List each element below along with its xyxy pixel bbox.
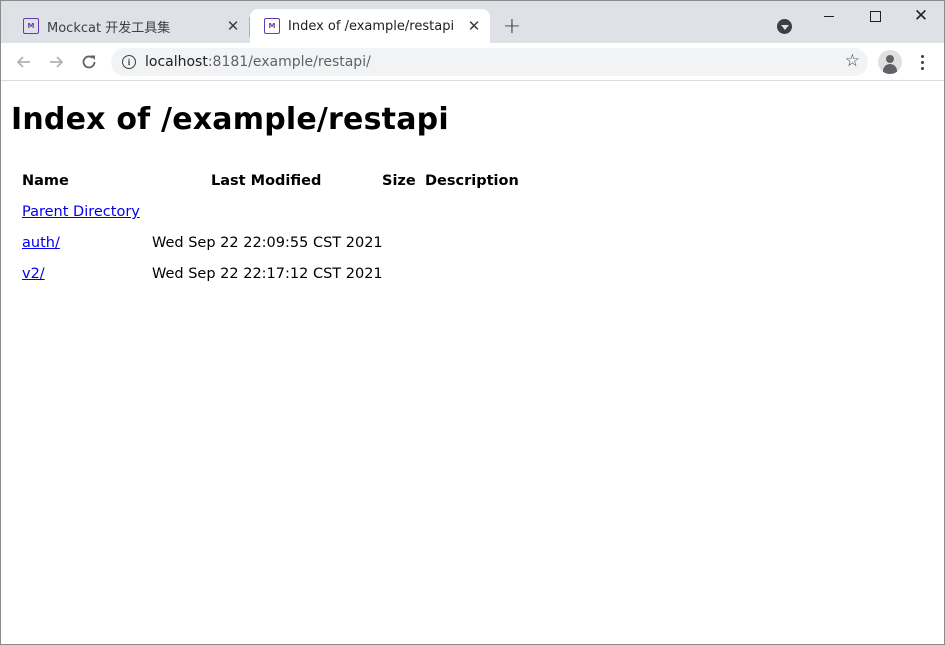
url-path: :8181/example/restapi/ [207, 54, 371, 70]
tab-strip: M Mockcat 开发工具集 ✕ M Index of /example/re… [1, 1, 944, 43]
new-tab-button[interactable]: + [501, 14, 523, 39]
column-header-last-modified[interactable]: Last Modified [211, 173, 321, 189]
arrow-left-icon [16, 56, 30, 68]
mockcat-logo-icon: M [264, 18, 280, 34]
tab-title: Index of /example/restapi [288, 18, 455, 34]
column-header-size[interactable]: Size [382, 173, 416, 189]
browser-toolbar: i localhost:8181/example/restapi/ ☆ [1, 43, 944, 81]
table-row: v2/ [22, 266, 45, 282]
profile-avatar[interactable] [878, 50, 902, 74]
address-bar[interactable]: i localhost:8181/example/restapi/ ☆ [111, 48, 868, 76]
bookmark-star-icon[interactable]: ☆ [845, 51, 860, 71]
tab-index-restapi[interactable]: M Index of /example/restapi ✕ [250, 9, 490, 43]
arrow-right-icon [50, 56, 64, 68]
last-modified-cell: Wed Sep 22 22:09:55 CST 2021 [152, 235, 383, 251]
forward-button[interactable] [43, 49, 69, 75]
tab-search-icon[interactable] [777, 19, 792, 34]
reload-icon [82, 55, 96, 69]
browser-window: M Mockcat 开发工具集 ✕ M Index of /example/re… [0, 0, 945, 645]
url-text: localhost:8181/example/restapi/ [145, 54, 371, 70]
column-header-name[interactable]: Name [22, 173, 69, 189]
kebab-menu-icon[interactable] [914, 51, 930, 73]
tab-mockcat[interactable]: M Mockcat 开发工具集 ✕ [9, 9, 249, 43]
maximize-button[interactable] [852, 1, 898, 31]
page-content: Index of /example/restapi Name Last Modi… [1, 81, 944, 644]
page-title: Index of /example/restapi [11, 102, 449, 137]
close-icon[interactable]: ✕ [223, 16, 243, 36]
url-host: localhost [145, 54, 208, 70]
auth-link[interactable]: auth/ [22, 235, 60, 251]
tab-title: Mockcat 开发工具集 [47, 20, 171, 36]
avatar-head [886, 55, 894, 63]
info-icon[interactable]: i [122, 55, 136, 69]
parent-directory-link[interactable]: Parent Directory [22, 204, 140, 220]
close-icon[interactable]: ✕ [464, 16, 484, 36]
last-modified-cell: Wed Sep 22 22:17:12 CST 2021 [152, 266, 383, 282]
column-header-description[interactable]: Description [425, 173, 519, 189]
reload-button[interactable] [76, 49, 102, 75]
avatar-body [883, 64, 897, 74]
v2-link[interactable]: v2/ [22, 266, 45, 282]
minimize-button[interactable] [806, 1, 852, 31]
table-row: Parent Directory [22, 204, 140, 220]
mockcat-logo-icon: M [23, 18, 39, 34]
table-row: auth/ [22, 235, 60, 251]
window-close-button[interactable]: ✕ [898, 1, 944, 31]
back-button[interactable] [11, 49, 37, 75]
